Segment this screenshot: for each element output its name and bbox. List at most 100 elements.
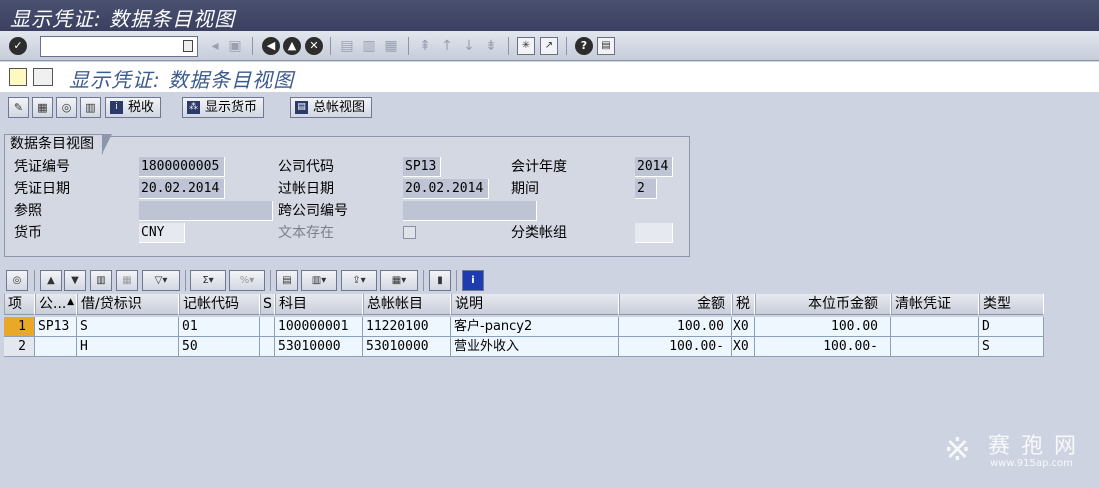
print-icon[interactable]: ▤ bbox=[276, 270, 298, 291]
tax-button-label: 税收 bbox=[128, 100, 155, 115]
help-icon[interactable]: ? bbox=[575, 37, 593, 55]
views-icon[interactable]: ▥▾ bbox=[301, 270, 337, 291]
currency-icon: ⁂ bbox=[187, 101, 200, 114]
group-box-title: 数据条目视图 bbox=[4, 134, 112, 154]
col-tax[interactable]: 税 bbox=[732, 294, 755, 315]
posting-date-field[interactable]: 20.02.2014 bbox=[403, 179, 489, 199]
change-display-icon[interactable]: ✎ bbox=[8, 97, 29, 118]
graphic-icon[interactable]: ▮ bbox=[429, 270, 451, 291]
col-s[interactable]: S bbox=[260, 294, 275, 315]
back-icon[interactable]: ◀ bbox=[262, 37, 280, 55]
col-text[interactable]: 说明 bbox=[451, 294, 619, 315]
layout-icon[interactable]: ▤ bbox=[597, 37, 615, 55]
subtotal-icon[interactable]: %▾ bbox=[229, 270, 265, 291]
first-page-icon[interactable]: ⇞ bbox=[416, 37, 434, 55]
display-currency-button[interactable]: ⁂ 显示货币 bbox=[182, 97, 265, 118]
command-dropdown-icon[interactable] bbox=[183, 40, 193, 52]
period-field[interactable]: 2 bbox=[635, 179, 657, 199]
details-icon[interactable]: ◎ bbox=[6, 270, 28, 291]
enter-icon[interactable]: ✓ bbox=[9, 37, 27, 55]
col-company[interactable]: 公... ▲ bbox=[35, 294, 77, 315]
col-amount[interactable]: 金额 bbox=[619, 294, 732, 315]
command-field[interactable] bbox=[40, 36, 198, 57]
cell-account: 53010000 bbox=[275, 337, 363, 357]
col-dc[interactable]: 借/贷标识 bbox=[77, 294, 179, 315]
next-page-icon[interactable]: ↓ bbox=[460, 37, 478, 55]
col-type[interactable]: 类型 bbox=[979, 294, 1044, 315]
last-page-icon[interactable]: ⇟ bbox=[482, 37, 500, 55]
collapse-icon[interactable]: ◂ bbox=[206, 37, 224, 55]
export-icon[interactable]: ⇪▾ bbox=[341, 270, 377, 291]
print-preview-icon[interactable]: ▥ bbox=[80, 97, 101, 118]
display-detail-icon[interactable]: ◎ bbox=[56, 97, 77, 118]
application-toolbar: ✎ ▦ ◎ ▥ i 税收 ⁂ 显示货币 ▤ 总帐视图 bbox=[0, 94, 1099, 122]
shortcut-icon[interactable]: ↗ bbox=[540, 37, 558, 55]
header-group-box bbox=[4, 136, 690, 257]
new-session-icon[interactable]: ✳ bbox=[517, 37, 535, 55]
save-icon[interactable]: ▣ bbox=[226, 37, 244, 55]
doc-date-label: 凭证日期 bbox=[14, 181, 70, 197]
gl-view-button[interactable]: ▤ 总帐视图 bbox=[290, 97, 373, 118]
cell-type: D bbox=[979, 317, 1044, 337]
col-account[interactable]: 科目 bbox=[275, 294, 363, 315]
print-icon[interactable]: ▤ bbox=[338, 37, 356, 55]
reference-field[interactable] bbox=[139, 201, 273, 221]
sort-desc-icon[interactable]: ▼ bbox=[64, 270, 86, 291]
doc-date-field[interactable]: 20.02.2014 bbox=[139, 179, 225, 199]
doc-no-field[interactable]: 1800000005 bbox=[139, 157, 225, 177]
prev-page-icon[interactable]: ↑ bbox=[438, 37, 456, 55]
switch-view-icon[interactable] bbox=[9, 68, 27, 86]
cell-s bbox=[260, 317, 275, 337]
gl-view-label: 总帐视图 bbox=[313, 100, 366, 115]
cell-clearing bbox=[891, 317, 979, 337]
col-gl-account[interactable]: 总帐帐目 bbox=[363, 294, 451, 315]
title-bar: 显示凭证: 数据条目视图 bbox=[0, 0, 1099, 31]
cross-cc-label: 跨公司编号 bbox=[278, 203, 348, 219]
cell-tax: X0 bbox=[732, 317, 755, 337]
find-next-icon[interactable]: ▦ bbox=[116, 270, 138, 291]
watermark-brand: 赛 孢 网 bbox=[988, 434, 1078, 459]
col-clearing[interactable]: 清帐凭证 bbox=[891, 294, 979, 315]
sort-ascending-icon: ▲ bbox=[67, 297, 74, 307]
layout-icon[interactable]: ▦▾ bbox=[380, 270, 418, 291]
grid-empty-area bbox=[4, 357, 1099, 487]
filter-icon[interactable]: ▽▾ bbox=[142, 270, 180, 291]
company-field[interactable]: SP13 bbox=[403, 157, 441, 177]
find-icon[interactable]: ▥ bbox=[360, 37, 378, 55]
document-header-icon[interactable]: ▦ bbox=[32, 97, 53, 118]
row-selector[interactable]: 2 bbox=[4, 337, 35, 357]
col-local-amount[interactable]: 本位币金额 bbox=[755, 294, 891, 315]
cell-local-amount: 100.00 bbox=[755, 317, 891, 337]
table-row[interactable]: 2 H 50 53010000 53010000 营业外收入 100.00- X… bbox=[4, 337, 1044, 358]
watermark-logo-icon: ※ bbox=[944, 430, 971, 468]
col-item[interactable]: 项 bbox=[4, 294, 35, 315]
col-posting-key[interactable]: 记帐代码 bbox=[179, 294, 260, 315]
cell-account: 100000001 bbox=[275, 317, 363, 337]
cross-cc-field[interactable] bbox=[403, 201, 537, 221]
currency-label: 货币 bbox=[14, 225, 42, 241]
find-icon[interactable]: ▥ bbox=[90, 270, 112, 291]
tax-button[interactable]: i 税收 bbox=[105, 97, 162, 118]
ledger-group-field[interactable] bbox=[635, 223, 673, 243]
standard-toolbar: ✓ ◂ ▣ ◀ ▲ ✕ ▤ ▥ ▦ ⇞ ↑ ↓ ⇟ ✳ ↗ ? ▤ bbox=[0, 31, 1099, 61]
currency-field[interactable]: CNY bbox=[139, 223, 185, 243]
document-overview-icon[interactable] bbox=[33, 68, 53, 86]
cell-amount: 100.00- bbox=[619, 337, 732, 357]
cell-company bbox=[35, 337, 77, 357]
text-exists-label: 文本存在 bbox=[278, 225, 334, 241]
info-icon[interactable]: i bbox=[462, 270, 484, 291]
exit-icon[interactable]: ▲ bbox=[283, 37, 301, 55]
total-icon[interactable]: Σ▾ bbox=[190, 270, 226, 291]
cell-s bbox=[260, 337, 275, 357]
cell-local-amount: 100.00- bbox=[755, 337, 891, 357]
grid-header: 项 公... ▲ 借/贷标识 记帐代码 S 科目 总帐帐目 说明 金额 税 本位… bbox=[4, 294, 1044, 315]
posting-date-label: 过帐日期 bbox=[278, 181, 334, 197]
table-row[interactable]: 1 SP13 S 01 100000001 11220100 客户-pancy2… bbox=[4, 317, 1044, 338]
cancel-icon[interactable]: ✕ bbox=[305, 37, 323, 55]
text-exists-checkbox[interactable] bbox=[403, 226, 416, 239]
sort-asc-icon[interactable]: ▲ bbox=[40, 270, 62, 291]
screen-header: 显示凭证: 数据条目视图 bbox=[0, 62, 1099, 93]
row-selector[interactable]: 1 bbox=[4, 317, 35, 337]
fiscal-year-field[interactable]: 2014 bbox=[635, 157, 673, 177]
find-next-icon[interactable]: ▦ bbox=[382, 37, 400, 55]
